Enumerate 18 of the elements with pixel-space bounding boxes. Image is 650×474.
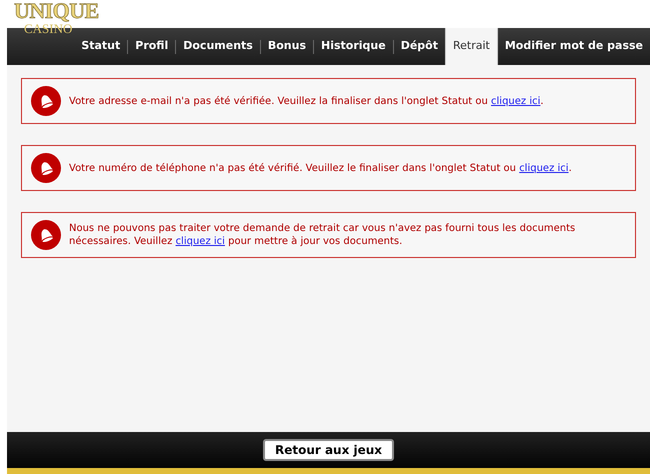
alert-message: Nous ne pouvons pas traiter votre demande de retrait car vous n'avez pas fourni tous les documents nécessaires. Veuillez cliquez ici pour mettre à jour vos documents. — [69, 222, 576, 248]
nav-tab[interactable]: Documents — [176, 28, 260, 65]
nav-tab[interactable]: Statut — [74, 28, 128, 65]
bell-icon — [31, 153, 61, 183]
bell-icon — [31, 86, 61, 116]
nav-tab[interactable]: Bonus — [260, 28, 313, 65]
nav-tab[interactable]: Historique — [314, 28, 393, 65]
bell-icon — [31, 220, 61, 250]
nav-tab[interactable]: Modifier mot de passe — [498, 28, 650, 65]
click-here-link[interactable]: cliquez ici — [519, 162, 569, 174]
back-to-games-button[interactable]: Retour aux jeux — [262, 439, 394, 461]
alert-message: Votre adresse e-mail n'a pas été vérifiée. Veuillez la finaliser dans l'onglet Statut ou cliquez ici. — [69, 94, 544, 108]
nav-tab[interactable]: Retrait — [444, 28, 498, 65]
alert-message: Votre numéro de téléphone n'a pas été vérifié. Veuillez le finaliser dans l'onglet Statut ou cliquez ici. — [69, 162, 572, 174]
nav-tab[interactable]: Dépôt — [394, 28, 445, 65]
nav-tab[interactable]: Profil — [128, 28, 176, 65]
click-here-link[interactable]: cliquez ici — [176, 236, 225, 247]
click-here-link[interactable]: cliquez ici — [491, 96, 540, 106]
